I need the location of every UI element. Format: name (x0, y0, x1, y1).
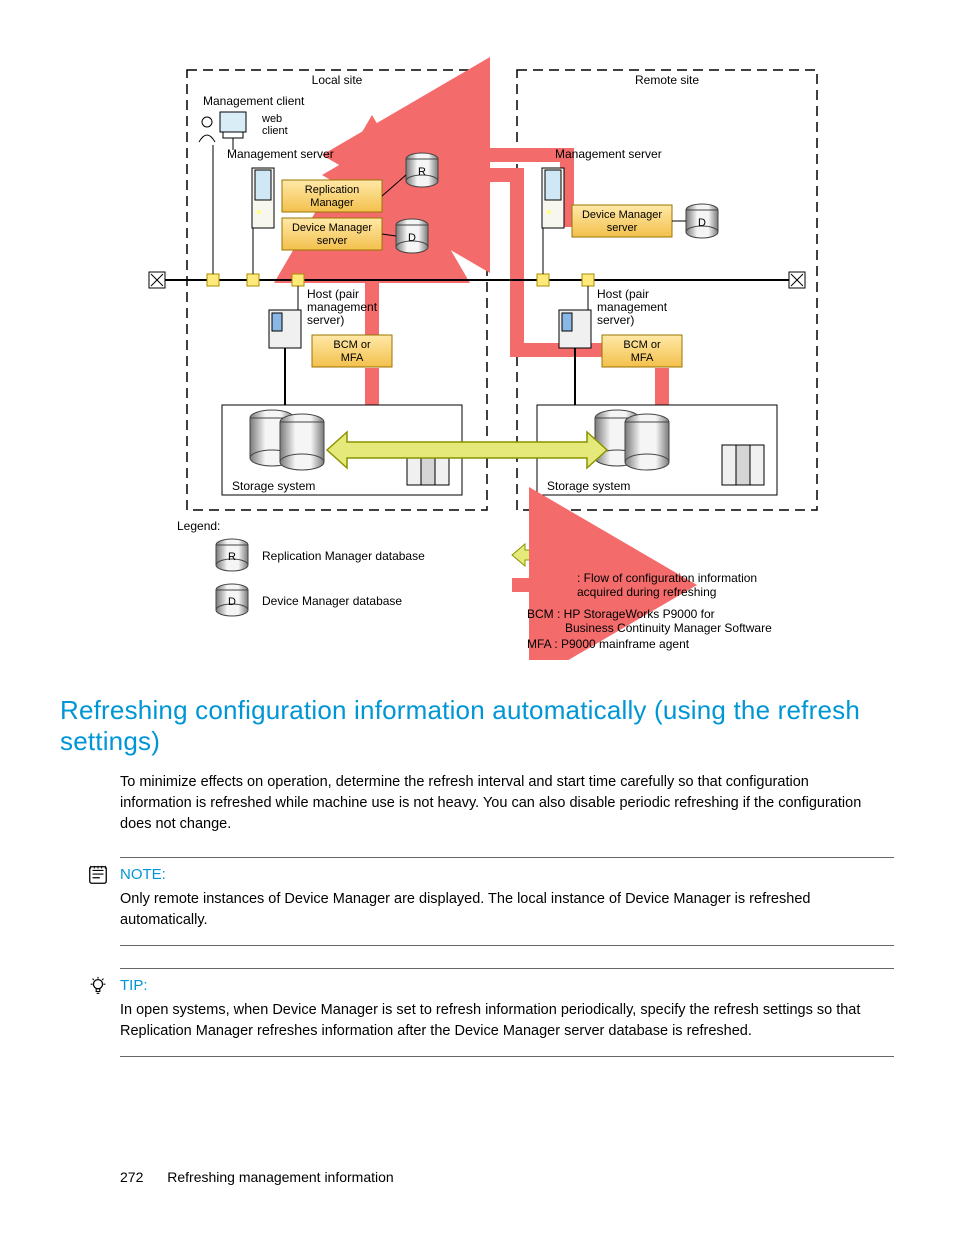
body-paragraph: To minimize effects on operation, determ… (120, 772, 884, 835)
cylinder-d-local: D (396, 219, 428, 253)
legend-r: Replication Manager database (262, 549, 425, 563)
page-footer: 272 Refreshing management information (120, 1169, 394, 1185)
svg-text:R: R (418, 166, 426, 178)
svg-text:Manager: Manager (310, 197, 354, 209)
svg-text:Host (pair: Host (pair (307, 287, 359, 301)
label-storage-local: Storage system (232, 479, 315, 493)
svg-text:client: client (262, 125, 288, 137)
tip-text: In open systems, when Device Manager is … (120, 1000, 894, 1042)
tip-label: TIP: (120, 977, 894, 994)
svg-text:Host (pair: Host (pair (597, 287, 649, 301)
note-label: NOTE: (120, 866, 894, 883)
legend-mfa: MFA : P9000 mainframe agent (527, 637, 690, 651)
note-text: Only remote instances of Device Manager … (120, 889, 894, 931)
footer-title: Refreshing management information (167, 1169, 393, 1185)
svg-text:BCM or: BCM or (623, 339, 661, 351)
label-local-site: Local site (312, 73, 363, 87)
legend-title: Legend: (177, 519, 220, 533)
svg-text:R: R (228, 551, 236, 563)
label-mgmt-server-local: Management server (227, 147, 334, 161)
system-diagram: Local site Remote site (60, 50, 894, 665)
svg-text:Device Manager: Device Manager (292, 222, 372, 234)
svg-text:server): server) (307, 313, 344, 327)
svg-text:D: D (228, 596, 236, 608)
tip-callout: TIP: In open systems, when Device Manage… (120, 968, 894, 1057)
label-remote-site: Remote site (635, 73, 699, 87)
legend-flow-1: : Flow of configuration information (577, 571, 757, 585)
legend-d: Device Manager database (262, 594, 402, 608)
svg-text:server): server) (597, 313, 634, 327)
svg-text:D: D (698, 217, 706, 229)
label-management-client: Management client (203, 94, 305, 108)
svg-text:MFA: MFA (631, 352, 654, 364)
svg-text:MFA: MFA (341, 352, 364, 364)
page-number: 272 (120, 1169, 143, 1185)
svg-text:server: server (317, 235, 348, 247)
svg-text:Replication: Replication (305, 184, 359, 196)
legend-copy-pair: : Copy pair (577, 549, 635, 563)
legend-bcm-2: Business Continuity Manager Software (565, 621, 772, 635)
label-mgmt-server-remote: Management server (555, 147, 662, 161)
svg-text:Device Manager: Device Manager (582, 209, 662, 221)
legend-bcm-1: BCM : HP StorageWorks P9000 for (527, 607, 715, 621)
note-icon (87, 864, 109, 886)
section-heading: Refreshing configuration information aut… (60, 695, 894, 757)
svg-text:server: server (607, 222, 638, 234)
note-callout: NOTE: Only remote instances of Device Ma… (120, 857, 894, 946)
cylinder-r-local: R (406, 153, 438, 187)
legend-flow-2: acquired during refreshing (577, 585, 716, 599)
svg-text:management: management (597, 300, 668, 314)
svg-text:D: D (408, 232, 416, 244)
label-storage-remote: Storage system (547, 479, 630, 493)
svg-text:BCM or: BCM or (333, 339, 371, 351)
svg-text:web: web (261, 113, 282, 125)
tip-icon (87, 975, 109, 997)
svg-text:management: management (307, 300, 378, 314)
